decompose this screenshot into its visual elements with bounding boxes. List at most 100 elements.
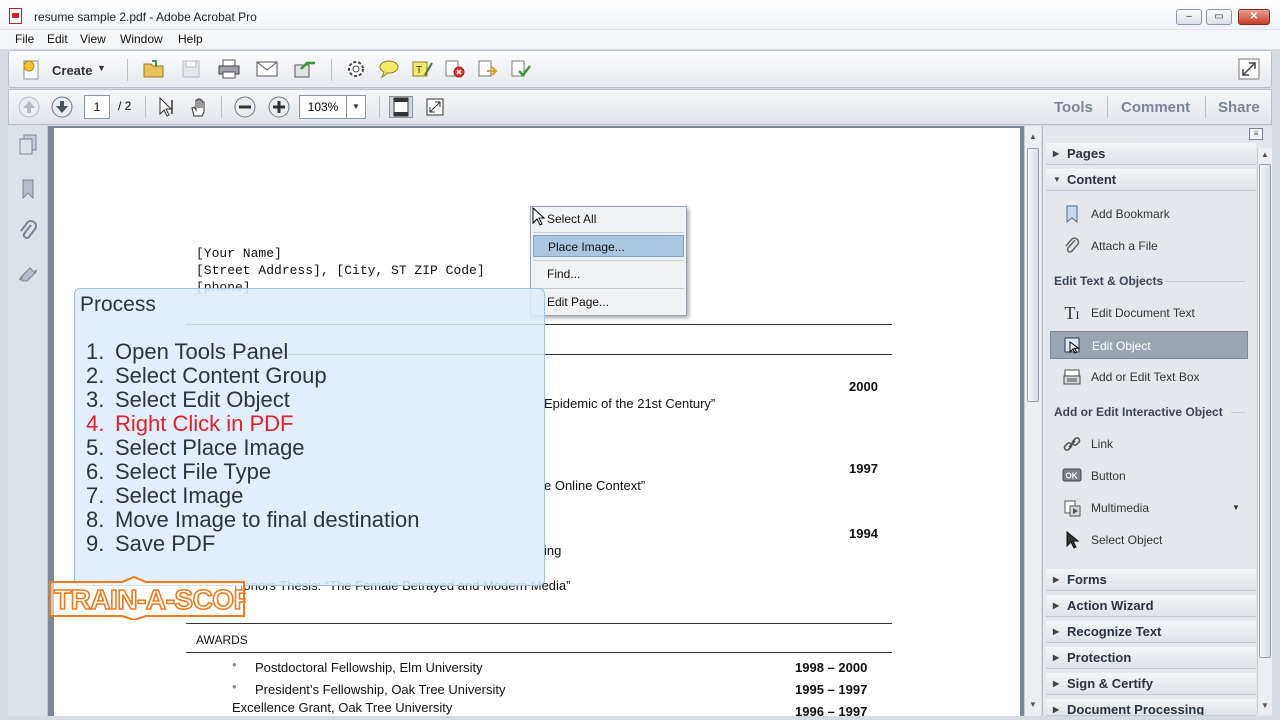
review-icon[interactable]	[509, 58, 533, 80]
scroll-down-arrow-icon[interactable]: ▼	[1261, 701, 1269, 710]
menu-file[interactable]: File	[15, 32, 34, 46]
print-icon[interactable]	[217, 58, 241, 80]
section-sign-certify[interactable]: ▶ Sign & Certify	[1046, 673, 1256, 695]
tab-comment[interactable]: Comment	[1121, 99, 1190, 116]
page-number-input[interactable]: 1	[84, 95, 110, 119]
process-step: 7. Select Image	[86, 483, 244, 508]
section-recognize-text[interactable]: ▶ Recognize Text	[1046, 621, 1256, 643]
scroll-up-arrow-icon[interactable]: ▲	[1028, 132, 1038, 142]
section-pages[interactable]: ▶ Pages	[1046, 143, 1256, 165]
menu-help[interactable]: Help	[178, 32, 203, 46]
menu-separator	[533, 232, 684, 233]
process-step: 9. Save PDF	[86, 531, 216, 556]
signatures-icon[interactable]	[17, 264, 39, 286]
panel-options-icon[interactable]: ≡	[1249, 128, 1263, 140]
close-button[interactable]: ✕	[1238, 9, 1270, 25]
tool-add-bookmark[interactable]: Add Bookmark	[1050, 200, 1248, 228]
comment-bubble-icon[interactable]	[377, 58, 401, 80]
navigation-pane	[8, 126, 48, 716]
menu-item-select-all[interactable]: Select All	[533, 208, 684, 230]
fit-page-icon[interactable]	[389, 96, 413, 118]
bullet-icon: ●	[232, 660, 237, 669]
section-document-processing[interactable]: ▶ Document Processing	[1046, 699, 1256, 716]
email-icon[interactable]	[255, 58, 279, 80]
expand-arrow-icon: ▶	[1053, 627, 1060, 636]
maximize-button[interactable]: ▭	[1206, 9, 1232, 25]
save-icon[interactable]	[179, 58, 203, 80]
zoom-level-input[interactable]: 103%	[299, 95, 347, 119]
share-icon[interactable]	[293, 58, 317, 80]
train-a-scope-logo: TRAIN-A-SCOPE	[49, 576, 246, 620]
tab-share[interactable]: Share	[1218, 99, 1260, 116]
chevron-down-icon[interactable]: ▼	[1232, 494, 1240, 522]
stop-icon[interactable]	[443, 58, 467, 80]
create-button[interactable]: Create ▼	[19, 58, 109, 82]
chevron-down-icon: ▼	[97, 63, 106, 73]
menu-item-find[interactable]: Find...	[533, 263, 684, 285]
toolbar-divider	[1205, 96, 1206, 118]
process-steps: 1. Open Tools Panel 2. Select Content Grou…	[86, 340, 420, 556]
export-icon[interactable]	[476, 58, 500, 80]
fullscreen-icon[interactable]	[1237, 58, 1261, 80]
expand-arrow-icon: ▶	[1053, 653, 1060, 662]
toolbar-divider	[221, 96, 222, 118]
section-action-wizard[interactable]: ▶ Action Wizard	[1046, 595, 1256, 617]
award-years: 1995 – 1997	[795, 682, 868, 697]
process-step: 1. Open Tools Panel	[86, 339, 289, 364]
zoom-in-icon[interactable]	[267, 96, 291, 118]
page-thumbnails-icon[interactable]	[17, 134, 39, 156]
subheading-interactive-object: Add or Edit Interactive Object	[1054, 405, 1223, 419]
bookmark-icon	[1062, 205, 1082, 224]
process-overlay: Process 1. Open Tools Panel 2. Select Cont…	[74, 288, 545, 586]
menu-window[interactable]: Window	[120, 32, 163, 46]
paperclip-icon	[1062, 237, 1082, 255]
tool-select-object[interactable]: Select Object	[1050, 526, 1248, 554]
highlight-icon[interactable]: T	[410, 58, 434, 80]
minimize-button[interactable]: –	[1176, 9, 1202, 25]
section-protection[interactable]: ▶ Protection	[1046, 647, 1256, 669]
process-step: 8. Move Image to final destination	[86, 507, 420, 532]
previous-page-icon[interactable]	[17, 96, 41, 118]
next-page-icon[interactable]	[50, 96, 74, 118]
hand-tool-icon[interactable]	[187, 96, 211, 118]
section-forms[interactable]: ▶ Forms	[1046, 569, 1256, 591]
resume-address: [Street Address], [City, ST ZIP Code]	[196, 263, 485, 278]
menu-item-edit-page[interactable]: Edit Page...	[533, 291, 684, 313]
menu-item-place-image[interactable]: Place Image...	[533, 235, 684, 257]
scroll-down-arrow-icon[interactable]: ▼	[1028, 700, 1038, 710]
create-label: Create	[52, 63, 93, 78]
select-tool-icon[interactable]	[155, 96, 179, 118]
menu-edit[interactable]: Edit	[47, 32, 68, 46]
expand-arrow-icon: ▶	[1053, 575, 1060, 584]
open-folder-icon[interactable]	[142, 58, 166, 80]
bookmarks-icon[interactable]	[17, 178, 39, 200]
zoom-dropdown-chevron-icon[interactable]: ▼	[346, 95, 366, 119]
tool-multimedia[interactable]: Multimedia ▼	[1050, 494, 1248, 522]
zoom-out-icon[interactable]	[233, 96, 257, 118]
ok-button-icon: OK	[1062, 467, 1082, 485]
tool-link[interactable]: Link	[1050, 430, 1248, 458]
award-text: Postdoctoral Fellowship, Elm University	[255, 660, 483, 675]
scroll-thumb[interactable]	[1027, 148, 1039, 402]
settings-gear-icon[interactable]	[344, 58, 368, 80]
tool-edit-document-text[interactable]: TI Edit Document Text	[1050, 299, 1248, 327]
scroll-thumb[interactable]	[1259, 164, 1271, 658]
toolbar-divider	[331, 59, 332, 81]
tool-add-edit-text-box[interactable]: Add or Edit Text Box	[1050, 363, 1248, 391]
scroll-up-arrow-icon[interactable]: ▲	[1261, 150, 1269, 159]
attachments-icon[interactable]	[17, 220, 39, 242]
menu-view[interactable]: View	[80, 32, 106, 46]
divider-line	[186, 623, 892, 624]
link-icon	[1062, 435, 1082, 453]
document-scrollbar[interactable]: ▲ ▼	[1024, 126, 1041, 716]
process-step: 5. Select Place Image	[86, 435, 305, 460]
tool-attach-file[interactable]: Attach a File	[1050, 232, 1248, 260]
menu-separator	[533, 288, 684, 289]
section-content[interactable]: ▼ Content	[1046, 169, 1256, 191]
expand-arrow-icon: ▶	[1053, 679, 1060, 688]
tools-panel-scrollbar[interactable]: ▲ ▼	[1257, 148, 1272, 714]
full-screen-mode-icon[interactable]	[423, 96, 447, 118]
tool-edit-object[interactable]: Edit Object	[1050, 331, 1248, 359]
tool-button[interactable]: OK Button	[1050, 462, 1248, 490]
tab-tools[interactable]: Tools	[1054, 99, 1093, 116]
